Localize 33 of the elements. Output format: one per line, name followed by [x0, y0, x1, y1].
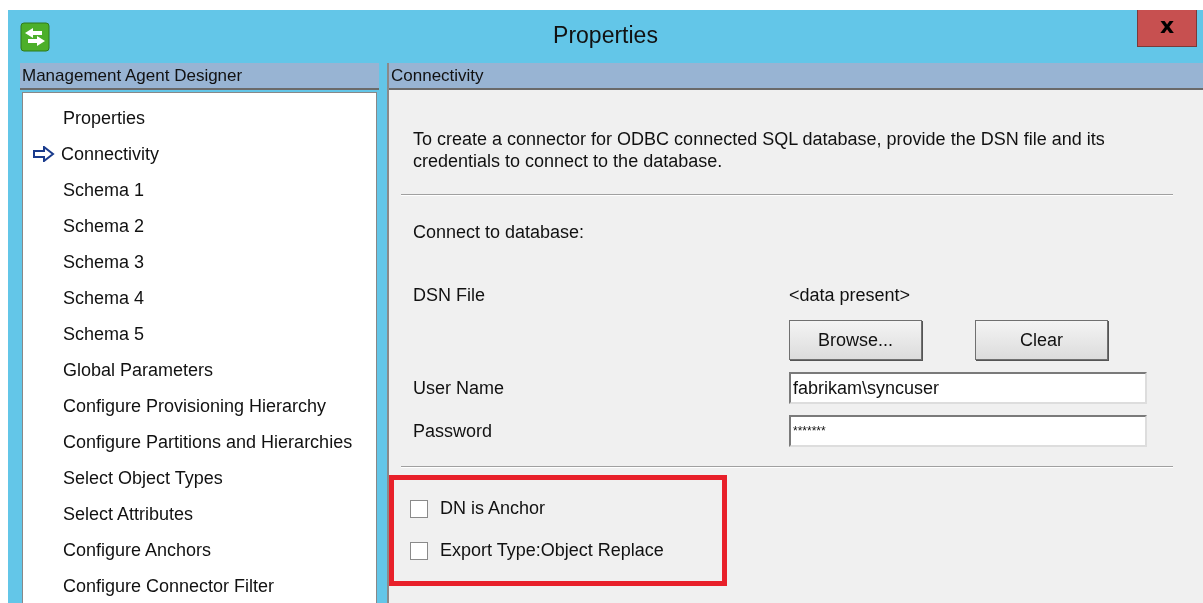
window-title: Properties: [553, 22, 658, 49]
sidebar-item[interactable]: Schema 1: [23, 172, 376, 208]
panel-header: Connectivity: [389, 63, 1203, 90]
close-button[interactable]: x: [1137, 10, 1197, 47]
app-icon: [20, 22, 50, 52]
sidebar-item[interactable]: Schema 2: [23, 208, 376, 244]
password-label: Password: [413, 420, 494, 442]
checkbox[interactable]: [410, 499, 428, 518]
checkbox-option[interactable]: Export Type:Object Replace: [410, 540, 722, 561]
sidebar-item[interactable]: Global Parameters: [23, 352, 376, 388]
sidebar-header: Management Agent Designer: [20, 63, 379, 90]
sidebar-item[interactable]: Select Attributes: [23, 496, 376, 532]
sidebar-item[interactable]: Select Object Types: [23, 460, 376, 496]
sidebar-item[interactable]: Configure Provisioning Hierarchy: [23, 388, 376, 424]
description-text: To create a connector for ODBC connected SQL database, provide the DSN file and its credentials to connect to the database.: [413, 128, 1106, 172]
user-name-field[interactable]: fabrikam\syncuser: [789, 372, 1147, 404]
sidebar-item[interactable]: Configure Partitions and Hierarchies: [23, 424, 376, 460]
sidebar-item[interactable]: Schema 5: [23, 316, 376, 352]
checkbox-option[interactable]: DN is Anchor: [410, 498, 722, 519]
sidebar-item[interactable]: Connectivity: [23, 136, 376, 172]
user-name-label: User Name: [413, 377, 506, 399]
checkbox[interactable]: [410, 541, 428, 560]
sidebar-item[interactable]: Properties: [23, 100, 376, 136]
sidebar-item[interactable]: Configure Connector Filter: [23, 568, 376, 603]
sidebar-item[interactable]: Schema 3: [23, 244, 376, 280]
sidebar-item[interactable]: Configure Anchors: [23, 532, 376, 568]
dsn-file-label: DSN File: [413, 285, 486, 306]
browse-button[interactable]: Browse...: [789, 320, 922, 360]
section-label: Connect to database:: [413, 222, 585, 242]
password-field[interactable]: *******: [789, 415, 1147, 447]
clear-button[interactable]: Clear: [975, 320, 1108, 360]
dsn-file-value: <data present>: [789, 285, 912, 306]
sidebar-item[interactable]: Schema 4: [23, 280, 376, 316]
